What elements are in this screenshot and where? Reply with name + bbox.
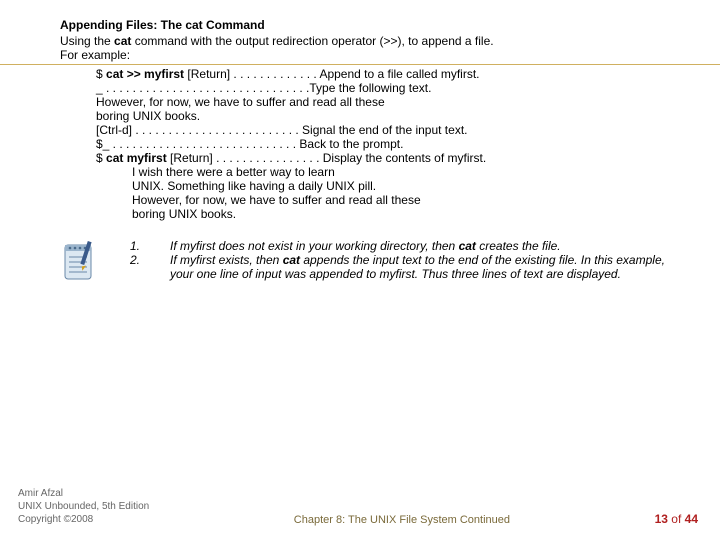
footer-author: Amir Afzal bbox=[18, 487, 149, 500]
intro-suffix: command with the output redirection oper… bbox=[131, 34, 493, 48]
footer-chapter: Chapter 8: The UNIX File System Continue… bbox=[294, 514, 510, 526]
notes-row: 1. 2. If myfirst does not exist in your … bbox=[60, 239, 680, 286]
num-1: 1. bbox=[130, 239, 170, 253]
output-line-1: I wish there were a better way to learn bbox=[132, 165, 680, 179]
n1d: cat bbox=[459, 239, 476, 253]
slide-content: Appending Files: The cat Command Using t… bbox=[0, 0, 720, 286]
notepad-icon bbox=[60, 239, 110, 286]
numbers-column: 1. 2. bbox=[110, 239, 170, 281]
example-line-4: boring UNIX books. bbox=[96, 109, 680, 123]
note-2: If myfirst exists, then cat appends the … bbox=[170, 253, 690, 281]
ex7-prefix: $ bbox=[96, 151, 106, 165]
footer: Amir Afzal UNIX Unbounded, 5th Edition C… bbox=[18, 487, 698, 526]
output-line-4: boring UNIX books. bbox=[132, 207, 680, 221]
example-line-5: [Ctrl-d] . . . . . . . . . . . . . . . .… bbox=[96, 123, 680, 137]
footer-copyright: Copyright ©2008 bbox=[18, 513, 149, 526]
page-of: of bbox=[668, 512, 685, 526]
n2b: cat bbox=[283, 253, 300, 267]
slide-title: Appending Files: The cat Command bbox=[60, 18, 680, 32]
example-line-3: However, for now, we have to suffer and … bbox=[96, 95, 680, 109]
page-number: 13 of 44 bbox=[655, 512, 698, 526]
example-line-7: $ cat myfirst [Return] . . . . . . . . .… bbox=[96, 151, 680, 165]
output-block: I wish there were a better way to learn … bbox=[96, 165, 680, 221]
notes-text: If myfirst does not exist in your workin… bbox=[170, 239, 690, 281]
ex1-prefix: $ bbox=[96, 67, 106, 81]
notes-list: 1. 2. If myfirst does not exist in your … bbox=[110, 239, 690, 281]
example-line-1: $ cat >> myfirst [Return] . . . . . . . … bbox=[96, 67, 680, 81]
example-line-2: _ . . . . . . . . . . . . . . . . . . . … bbox=[96, 81, 680, 95]
page-current: 13 bbox=[655, 512, 668, 526]
note-1: If myfirst does not exist in your workin… bbox=[170, 239, 690, 253]
n1a: If myfirst bbox=[170, 239, 219, 253]
intro-bold: cat bbox=[114, 34, 131, 48]
output-line-2: UNIX. Something like having a daily UNIX… bbox=[132, 179, 680, 193]
ctrl-d: [Ctrl-d] . . . . . . . . . . . . . . . .… bbox=[96, 123, 467, 137]
ex7-mid: [Return] . . . . . . . . . . . . . . . .… bbox=[167, 151, 486, 165]
for-example: For example: bbox=[60, 48, 680, 62]
ex1-bold: cat >> myfirst bbox=[106, 67, 184, 81]
intro-line: Using the cat command with the output re… bbox=[60, 34, 680, 48]
output-line-3: However, for now, we have to suffer and … bbox=[132, 193, 680, 207]
n1c: in your working directory, then bbox=[293, 239, 459, 253]
horizontal-divider bbox=[0, 64, 720, 65]
n1e: creates the file. bbox=[476, 239, 561, 253]
ex7-bold: cat myfirst bbox=[106, 151, 167, 165]
footer-left: Amir Afzal UNIX Unbounded, 5th Edition C… bbox=[18, 487, 149, 526]
n1b: does not exist bbox=[219, 239, 293, 253]
n2a: If myfirst exists, then bbox=[170, 253, 283, 267]
example-block: $ cat >> myfirst [Return] . . . . . . . … bbox=[60, 67, 680, 221]
example-line-6: $_ . . . . . . . . . . . . . . . . . . .… bbox=[96, 137, 680, 151]
intro-prefix: Using the bbox=[60, 34, 114, 48]
ex1-mid: [Return] . . . . . . . . . . . . . Appen… bbox=[184, 67, 479, 81]
num-2: 2. bbox=[130, 253, 170, 267]
page-total: 44 bbox=[685, 512, 698, 526]
footer-book: UNIX Unbounded, 5th Edition bbox=[18, 500, 149, 513]
